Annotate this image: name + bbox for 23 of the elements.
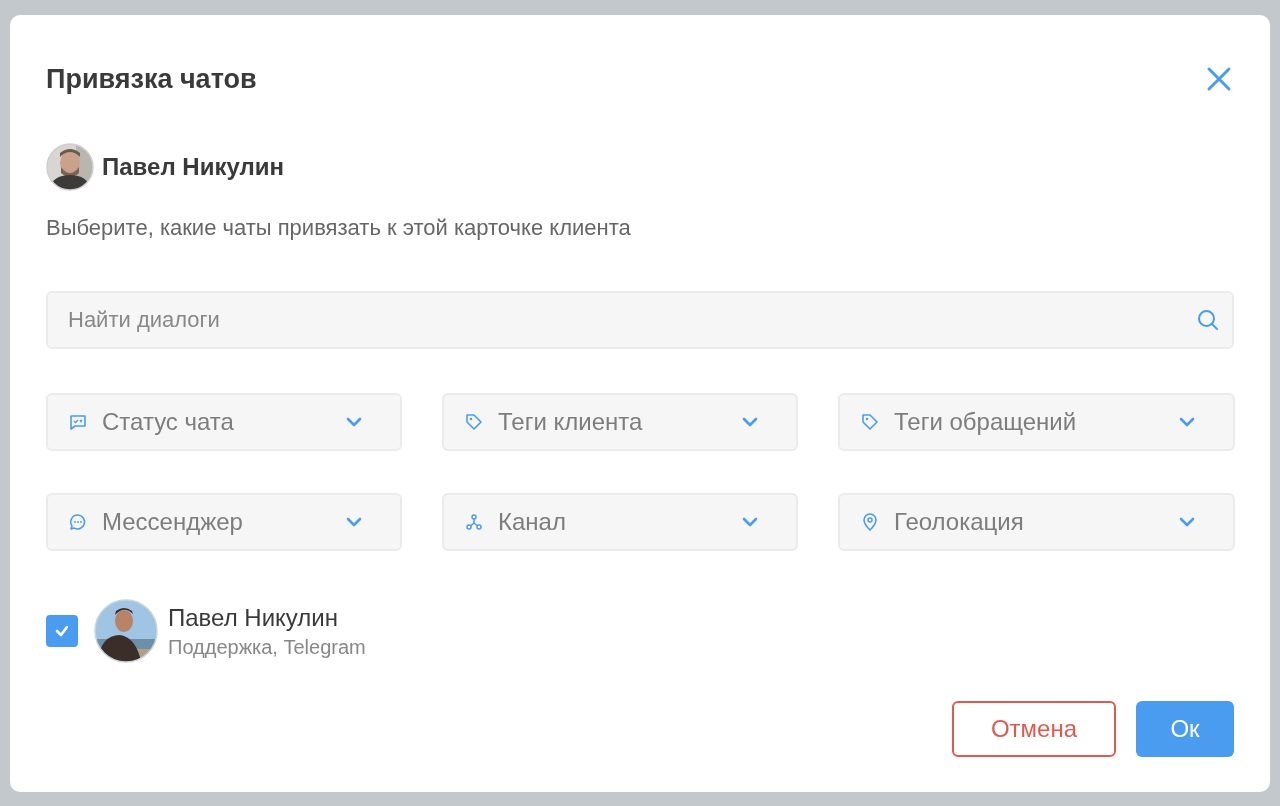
filter-dropdown[interactable]: Мессенджер bbox=[46, 493, 402, 551]
tag-icon bbox=[860, 412, 880, 432]
location-pin-icon bbox=[860, 512, 880, 532]
chat-name: Павел Никулин bbox=[168, 603, 339, 632]
search-field[interactable]: Найти диалоги bbox=[46, 291, 1234, 349]
checkbox[interactable] bbox=[46, 615, 78, 647]
speech-bubble-icon bbox=[68, 512, 88, 532]
filter-dropdown[interactable]: Геолокация bbox=[838, 493, 1235, 551]
filter-dropdown[interactable]: Статус чата bbox=[46, 393, 402, 451]
tag-icon bbox=[464, 412, 484, 432]
filter-dropdown[interactable]: Теги обращений bbox=[838, 393, 1235, 451]
chat-status-icon bbox=[68, 412, 88, 432]
network-icon bbox=[464, 512, 484, 532]
chat-details: Поддержка, Telegram bbox=[168, 635, 366, 659]
ok-button[interactable]: Ок bbox=[1136, 701, 1234, 757]
cancel-button[interactable]: Отмена bbox=[952, 701, 1116, 757]
close-icon[interactable] bbox=[1206, 66, 1232, 92]
instruction-text: Выберите, какие чаты привязать к этой карточке клиента bbox=[46, 215, 632, 241]
filter-dropdown[interactable]: Теги клиента bbox=[442, 393, 798, 451]
search-icon[interactable] bbox=[1196, 308, 1220, 332]
dialog-title: Привязка чатов bbox=[46, 63, 257, 95]
filter-dropdown[interactable]: Канал bbox=[442, 493, 798, 551]
client-name: Павел Никулин bbox=[102, 153, 284, 181]
